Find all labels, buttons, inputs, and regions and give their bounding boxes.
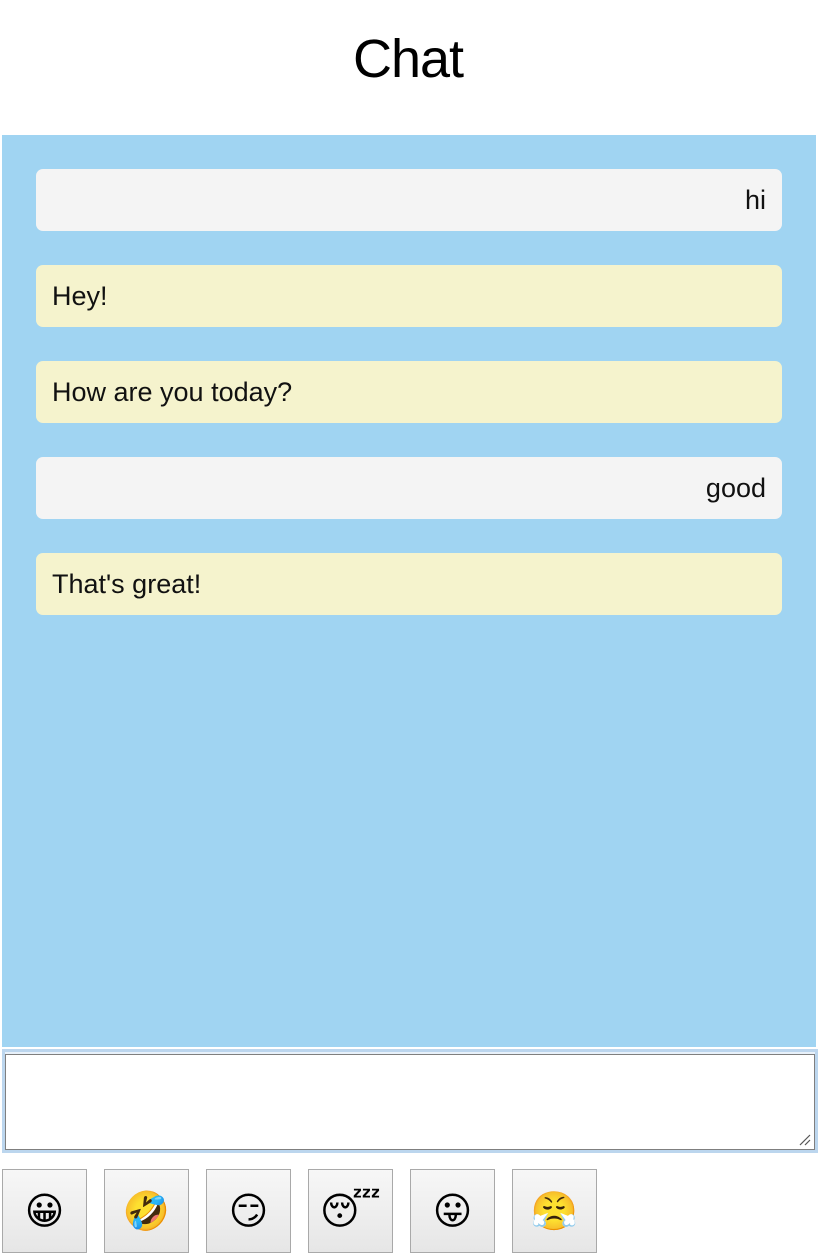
message-text: good (705, 472, 766, 503)
page-title: Chat (352, 29, 464, 89)
message-text: How are you today? (52, 376, 293, 407)
tongue-face-emoji-button[interactable]: 😛 (410, 1169, 495, 1253)
chat-messages-area[interactable]: hi Hey! How are you today? good That's g… (2, 135, 816, 1047)
sleeping-face-emoji-button[interactable]: 😴 (308, 1169, 393, 1253)
resize-handle-icon[interactable] (799, 1134, 811, 1146)
message-bubble-bot: How are you today? (36, 361, 782, 423)
chat-page: Chat hi Hey! How are you today? good Tha… (0, 0, 830, 1260)
message-text: That's great! (52, 568, 202, 599)
message-text: Hey! (52, 280, 108, 311)
grinning-face-emoji-button[interactable]: 😀 (2, 1169, 87, 1253)
smirking-face-emoji-button[interactable]: 😏 (206, 1169, 291, 1253)
message-text: hi (744, 184, 766, 215)
rolling-laughing-emoji-button[interactable]: 🤣 (104, 1169, 189, 1253)
message-bubble-user: hi (36, 169, 782, 231)
steam-nose-emoji-button[interactable]: 😤 (512, 1169, 597, 1253)
message-bubble-bot: Hey! (36, 265, 782, 327)
message-input-focus-ring (2, 1049, 818, 1153)
message-input[interactable] (5, 1054, 815, 1150)
message-bubble-user: good (36, 457, 782, 519)
emoji-toolbar: 😀 🤣 😏 😴 😛 😤 (2, 1169, 597, 1253)
message-bubble-bot: That's great! (36, 553, 782, 615)
